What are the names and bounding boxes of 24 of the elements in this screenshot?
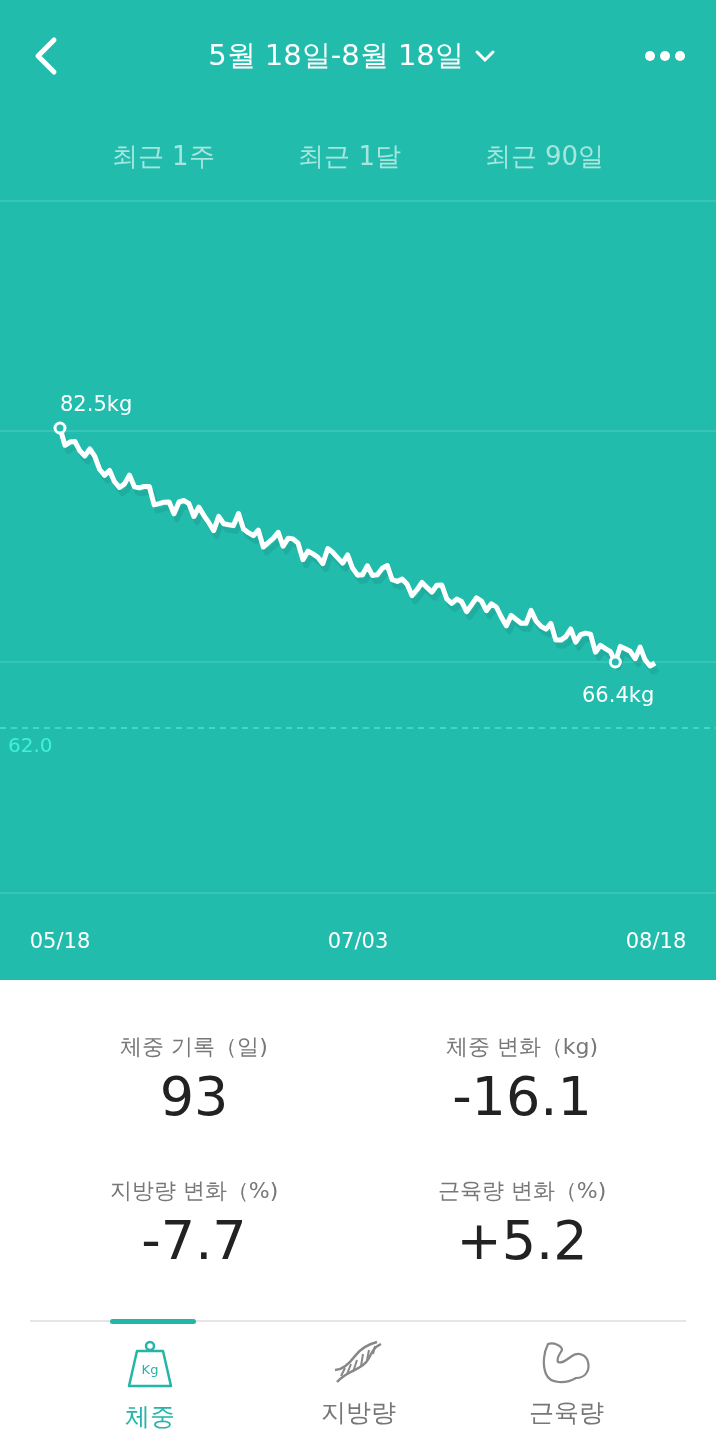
- start-point: [53, 421, 67, 435]
- range-tab[interactable]: 최근 1주: [103, 134, 223, 178]
- stat-value: +5.2: [456, 1210, 588, 1272]
- start-value-label: 82.5kg: [60, 392, 133, 416]
- stat-value: -7.7: [141, 1210, 247, 1272]
- stat-label: 근육량 변화（%): [437, 1177, 607, 1205]
- bottom-tab[interactable]: 근육량: [486, 1322, 646, 1440]
- bottom-tab[interactable]: 지방량: [278, 1322, 438, 1440]
- stat-label: 체중 변화（kg): [445, 1033, 599, 1061]
- end-point: [608, 655, 622, 669]
- stat-label: 체중 기록（일): [120, 1033, 268, 1061]
- date-axis-label: 08/18: [625, 929, 687, 953]
- date-axis-label: 05/18: [29, 929, 91, 953]
- flexed-arm-icon: [540, 1340, 592, 1386]
- range-tab[interactable]: 최근 90일: [476, 134, 613, 178]
- date-axis-label: 07/03: [327, 929, 389, 953]
- stat-value: -16.1: [452, 1066, 592, 1128]
- date-range-dropdown[interactable]: 5월 18일-8월 18일: [204, 32, 500, 80]
- range-tab[interactable]: 최근 1달: [290, 134, 410, 178]
- stat-value: 93: [159, 1066, 229, 1128]
- end-value-label: 66.4kg: [582, 683, 655, 707]
- chevron-down-icon: [473, 49, 496, 63]
- bottom-tab[interactable]: Kg 체중: [70, 1322, 230, 1440]
- stat-label: 지방량 변화（%): [109, 1177, 279, 1205]
